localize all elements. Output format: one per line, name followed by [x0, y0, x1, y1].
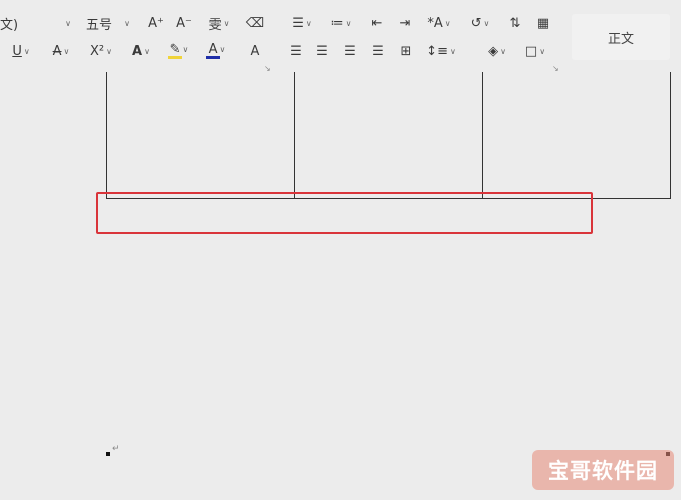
ribbon-toolbar: 文) ∨ 五号 ∨ A⁺ A⁻ 雯 ∨ ⌫ ☰ ∨ ≔ ∨ ⇤ ⇥ *A ∨ ↺ ∨ ⇅ … — [0, 0, 681, 73]
align-right-button[interactable]: ☰ — [340, 40, 360, 62]
paragraph-mark-icon: ↵ — [112, 444, 120, 454]
phonetic-guide-button[interactable]: 雯 ∨ — [204, 12, 234, 34]
table-cell[interactable] — [107, 72, 294, 198]
style-normal-label: 正文 — [607, 31, 634, 47]
increase-indent-button[interactable]: ⇥ — [394, 12, 416, 34]
line-spacing-button[interactable]: ↕≡ ∨ — [426, 40, 456, 62]
grow-font-button[interactable]: A⁺ — [146, 12, 166, 34]
align-center-icon: ☰ — [316, 43, 328, 59]
superscript-button[interactable]: X² ∨ — [86, 40, 116, 62]
strikethrough-button[interactable]: A ∨ — [46, 40, 76, 62]
font-color-swatch — [206, 56, 220, 59]
table-cell[interactable] — [295, 72, 482, 198]
font-size-dropdown[interactable]: 五号 — [84, 12, 114, 34]
distribute-icon: ⊞ — [400, 43, 412, 59]
strikethrough-icon: A — [52, 43, 62, 59]
grow-font-icon: A⁺ — [148, 15, 164, 31]
underline-icon: U — [12, 43, 22, 59]
text-cursor-marker — [106, 452, 110, 456]
clear-format-button[interactable]: ⌫ — [244, 12, 266, 34]
font-name-dropdown[interactable]: 文) — [0, 12, 20, 34]
justify-button[interactable]: ☰ — [368, 40, 388, 62]
annotation-highlight-box — [96, 192, 593, 234]
text-effect-button[interactable]: A ∨ — [126, 40, 156, 62]
align-left-icon: ☰ — [290, 43, 302, 59]
line-break-button[interactable]: ↺ ∨ — [466, 12, 494, 34]
style-normal[interactable]: 正文 — [572, 14, 670, 60]
wrap-icon: ↺ — [470, 15, 482, 31]
table-cell[interactable] — [483, 72, 670, 198]
align-right-icon: ☰ — [344, 43, 356, 59]
justify-icon: ☰ — [372, 43, 384, 59]
char-shading-icon: A — [250, 43, 260, 59]
table-grid-icon: ▦ — [536, 15, 550, 31]
bullet-list-button[interactable]: ☰ ∨ — [288, 12, 316, 34]
border-button[interactable]: □ ∨ — [520, 40, 550, 62]
watermark-text: 宝哥软件园 — [548, 459, 658, 483]
sort-button[interactable]: ⇅ — [504, 12, 526, 34]
distribute-button[interactable]: ⊞ — [396, 40, 416, 62]
sort-icon: ⇅ — [509, 15, 521, 31]
shrink-font-icon: A⁻ — [176, 15, 192, 31]
font-size-text: 五号 — [85, 17, 112, 33]
table-right-border — [670, 72, 671, 199]
numbered-list-icon: ≔ — [330, 15, 344, 31]
align-left-button[interactable]: ☰ — [286, 40, 306, 62]
shrink-font-button[interactable]: A⁻ — [174, 12, 194, 34]
watermark-logo: 宝哥软件园 — [532, 450, 674, 490]
highlight-color-swatch — [168, 56, 182, 59]
show-marks-button[interactable]: ▦ — [532, 12, 554, 34]
font-name-chevron-icon[interactable]: ∨ — [58, 12, 76, 34]
paint-bucket-icon: ◈ — [488, 43, 499, 59]
bullet-list-icon: ☰ — [292, 15, 304, 31]
numbered-list-button[interactable]: ≔ ∨ — [327, 12, 355, 34]
line-spacing-icon: ↕≡ — [426, 43, 448, 59]
superscript-icon: X² — [90, 43, 105, 59]
increase-indent-icon: ⇥ — [399, 15, 411, 31]
decrease-indent-icon: ⇤ — [371, 15, 383, 31]
decrease-indent-button[interactable]: ⇤ — [366, 12, 388, 34]
shading-button[interactable]: ◈ ∨ — [482, 40, 512, 62]
border-icon: □ — [524, 43, 538, 59]
font-size-chevron-icon[interactable]: ∨ — [118, 12, 134, 34]
text-direction-button[interactable]: *A ∨ — [424, 12, 454, 34]
align-center-button[interactable]: ☰ — [312, 40, 332, 62]
phonetic-icon: 雯 — [208, 17, 222, 33]
font-color-icon: A — [208, 41, 218, 57]
eraser-icon: ⌫ — [245, 15, 265, 31]
text-effect-icon: A — [132, 43, 143, 59]
highlighter-icon: ✎ — [169, 41, 181, 57]
underline-button[interactable]: U ∨ — [6, 40, 36, 62]
text-direction-icon: *A — [427, 15, 443, 31]
font-name-text: 文) — [0, 17, 19, 33]
char-shading-button[interactable]: A — [244, 40, 266, 62]
